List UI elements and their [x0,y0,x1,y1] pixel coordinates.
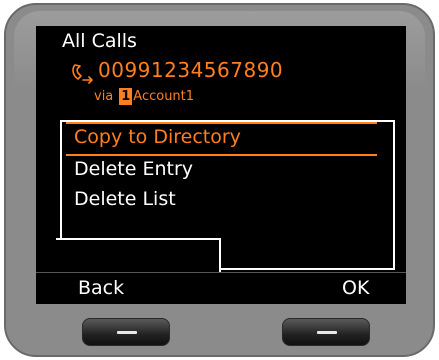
selection-top-line [66,122,377,124]
softkey-back-label[interactable]: Back [78,277,124,299]
account-number-badge: 1 [119,87,133,105]
selection-bottom-line [66,154,377,156]
left-softkey-button[interactable] [82,318,170,346]
screen-title: All Calls [62,30,137,52]
account-row: via 1 Account1 [94,87,194,105]
right-softkey-button[interactable] [282,318,370,346]
account-name: Account1 [133,88,195,104]
minus-icon [117,331,137,334]
via-label: via [94,88,114,104]
minus-icon [317,331,337,334]
menu-frame-cutout [56,238,221,272]
softkey-separator [36,272,406,273]
call-number: 00991234567890 [98,58,284,82]
softkey-ok-label[interactable]: OK [342,277,369,299]
menu-item-copy-to-directory[interactable]: Copy to Directory [74,126,241,148]
menu-item-delete-entry[interactable]: Delete Entry [74,158,193,180]
menu-item-delete-list[interactable]: Delete List [74,188,176,210]
display-screen: All Calls 00991234567890 via 1 Account1 … [36,26,406,304]
outgoing-call-icon [72,64,93,84]
